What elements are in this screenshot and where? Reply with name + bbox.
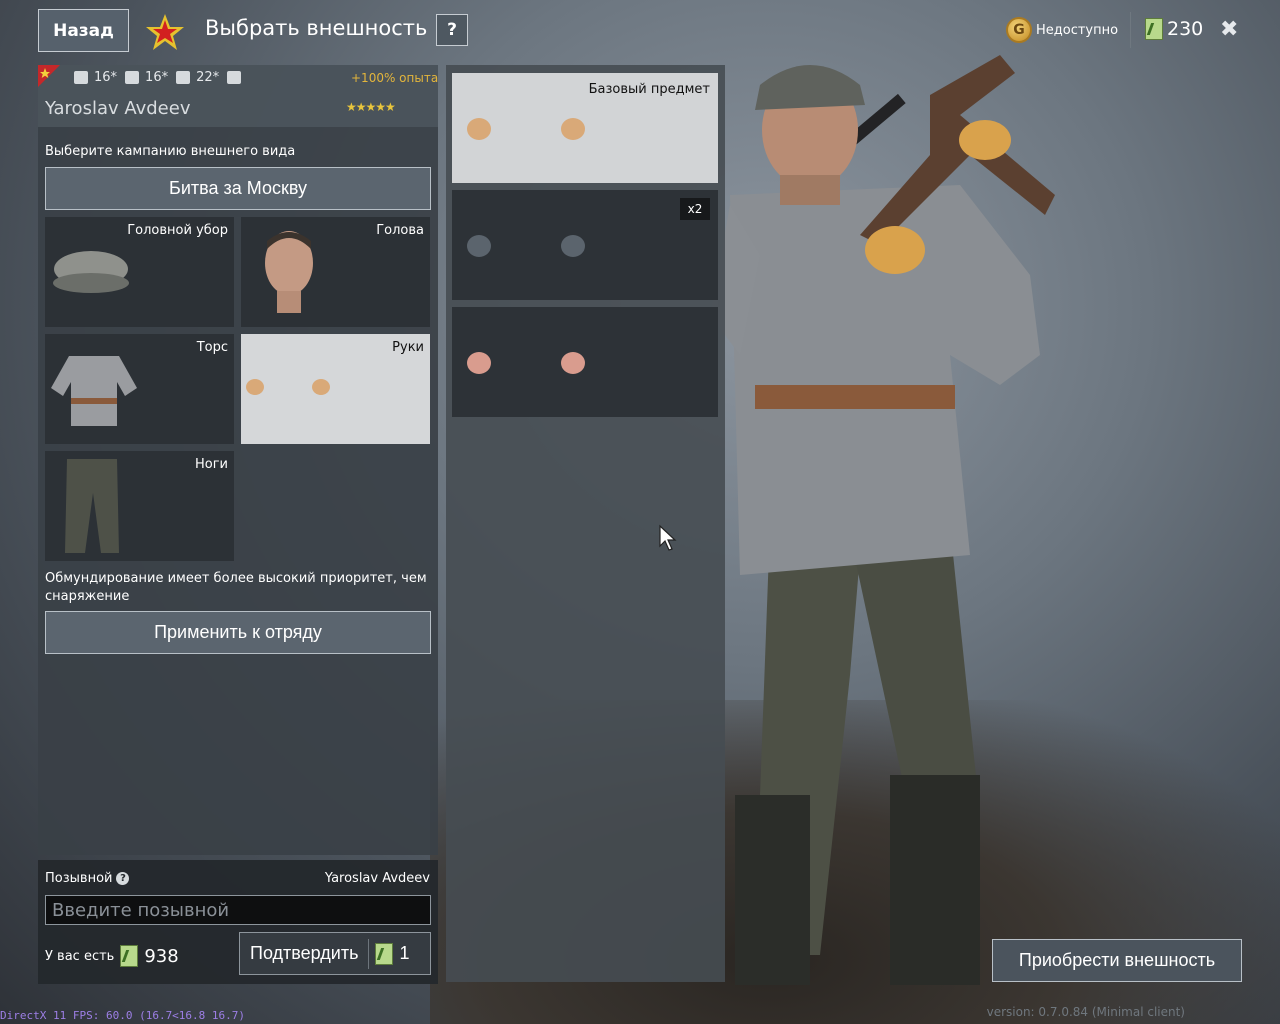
- variant-gloves-dark[interactable]: x2: [452, 190, 718, 300]
- stat-value: 22*: [196, 70, 220, 85]
- weapon-stat-icon: [74, 71, 88, 84]
- right-hand-icon: [561, 118, 585, 140]
- xp-bonus: +100% опыта: [351, 71, 439, 85]
- cash-bill-icon: [375, 942, 394, 965]
- confirm-callsign-button[interactable]: Подтвердить 1: [239, 932, 431, 975]
- cash-amount: 230: [1167, 18, 1204, 40]
- left-glove-icon: [467, 235, 491, 257]
- mouse-cursor-icon: [659, 524, 677, 551]
- have-amount: 938: [144, 945, 179, 967]
- confirm-divider: [368, 938, 370, 969]
- right-hand-icon: [561, 352, 585, 374]
- stat-value: 16*: [94, 70, 118, 85]
- slot-label: Головной убор: [127, 223, 228, 238]
- priority-note: Обмундирование имеет более высокий приор…: [45, 571, 427, 604]
- back-button[interactable]: Назад: [38, 9, 129, 52]
- variant-label: Базовый предмет: [588, 82, 710, 97]
- speed-stat-icon: [125, 71, 140, 84]
- close-button[interactable]: ✖: [1220, 17, 1238, 42]
- soldier-model: [710, 55, 1055, 985]
- variant-base[interactable]: Базовый предмет: [452, 73, 718, 183]
- header-divider: [1130, 12, 1131, 48]
- left-hand-icon: [467, 118, 491, 140]
- slot-hands[interactable]: Руки: [241, 334, 430, 444]
- slot-headgear[interactable]: Головной убор: [45, 217, 234, 327]
- info-icon[interactable]: ?: [116, 872, 130, 885]
- left-hand-icon: [467, 352, 491, 374]
- version-label: version: 0.7.0.84 (Minimal client): [986, 1005, 1185, 1019]
- right-hand-icon: [312, 379, 330, 395]
- slot-head[interactable]: Голова: [241, 217, 430, 327]
- callsign-label: Позывной: [45, 871, 113, 886]
- variant-hands-bare[interactable]: [452, 307, 718, 417]
- confirm-cost: 1: [399, 943, 410, 963]
- callsign-label-row: Позывной ?: [45, 871, 130, 886]
- fps-counter: DirectX 11 FPS: 60.0 (16.7<16.8 16.7): [0, 1009, 246, 1022]
- right-glove-icon: [561, 235, 585, 257]
- page-title: Выбрать внешность: [205, 16, 428, 40]
- have-label: У вас есть: [45, 948, 115, 964]
- slot-torso[interactable]: Торс: [45, 334, 234, 444]
- slot-legs[interactable]: Ноги: [45, 451, 234, 561]
- apply-to-squad-button[interactable]: Применить к отряду: [45, 611, 431, 654]
- pants-icon: [65, 459, 119, 553]
- confirm-label: Подтвердить: [250, 943, 359, 963]
- ussr-flag-icon: [38, 65, 60, 87]
- cash-balance: 230: [1145, 18, 1203, 40]
- callsign-input[interactable]: [45, 895, 431, 925]
- gold-status-text: Недоступно: [1036, 22, 1119, 38]
- stat-value: 16*: [145, 70, 169, 85]
- cash-bill-icon: [120, 945, 139, 967]
- cap-icon: [53, 251, 129, 293]
- campaign-prompt: Выберите кампанию внешнего вида: [45, 144, 296, 159]
- slot-label: Ноги: [194, 457, 228, 472]
- jacket-icon: [51, 356, 137, 426]
- campaign-select-button[interactable]: Битва за Москву: [45, 167, 431, 210]
- callsign-current: Yaroslav Avdeev: [324, 871, 430, 886]
- left-hand-icon: [246, 379, 264, 395]
- gold-coin-icon: G: [1006, 17, 1032, 43]
- help-button[interactable]: ?: [436, 14, 468, 46]
- head-icon: [265, 231, 313, 313]
- rank-stars: ★★★★★: [346, 100, 396, 114]
- soldier-name: Yaroslav Avdeev: [45, 98, 191, 119]
- slot-label: Голова: [376, 223, 424, 238]
- health-stat-icon: [176, 71, 191, 84]
- count-badge: x2: [680, 198, 710, 220]
- buy-appearance-button[interactable]: Приобрести внешность: [992, 939, 1242, 982]
- balance-row: У вас есть 938: [45, 945, 179, 967]
- slot-label: Торс: [196, 340, 228, 355]
- soldier-stats: 16* 16* 22*: [72, 70, 242, 85]
- gold-status: G Недоступно: [1006, 17, 1118, 43]
- star-icon: [146, 14, 184, 50]
- cash-bill-icon: [1145, 18, 1163, 40]
- slot-label: Руки: [392, 340, 424, 355]
- strength-stat-icon: [227, 71, 242, 84]
